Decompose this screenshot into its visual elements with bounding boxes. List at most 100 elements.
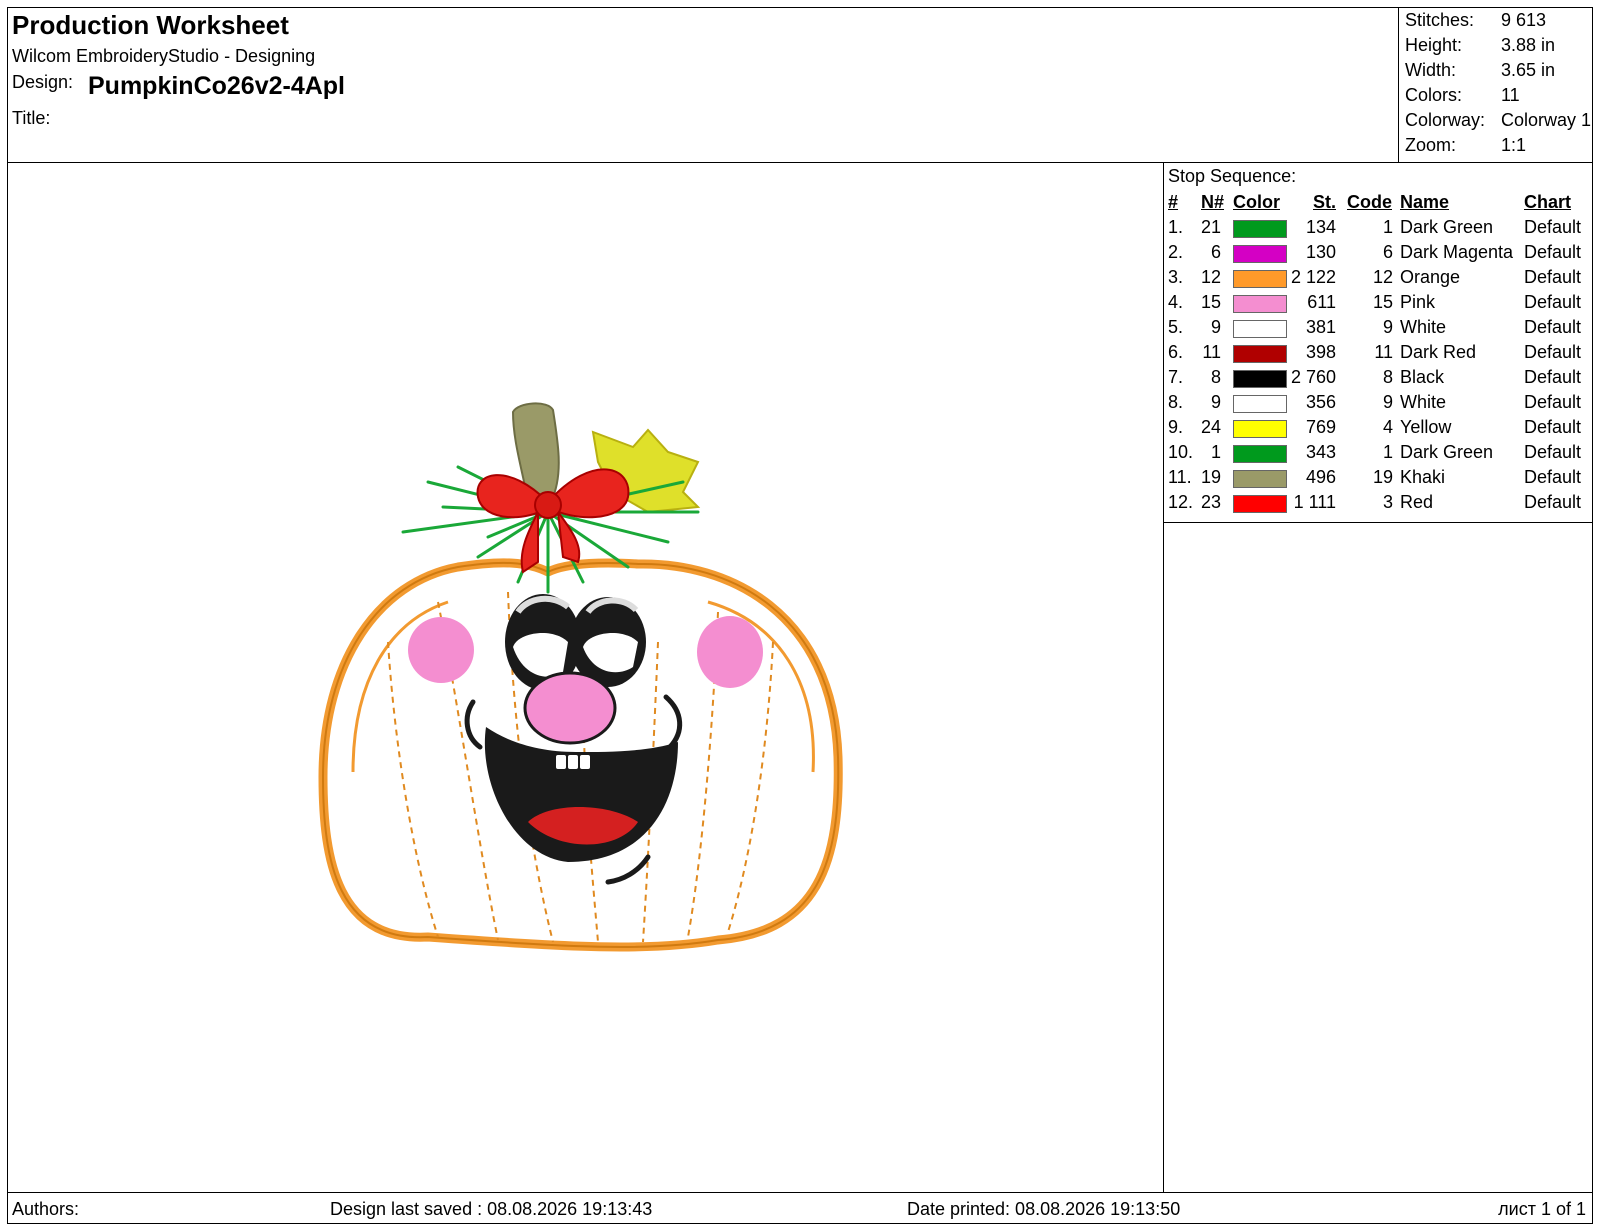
- info-value: 3.65 in: [1501, 60, 1556, 80]
- stop-cell-chart: Default: [1524, 217, 1582, 237]
- stop-cell-num: 6.: [1168, 342, 1184, 362]
- stop-cell-name: Orange: [1400, 267, 1461, 287]
- page-title: Production Worksheet: [12, 10, 289, 40]
- left-cheek: [408, 617, 474, 683]
- stop-cell-chart: Default: [1524, 442, 1582, 462]
- col-header-st: St.: [1313, 192, 1337, 212]
- color-swatch: [1233, 345, 1287, 363]
- info-label: Stitches:: [1405, 10, 1475, 30]
- stop-cell-n: 15: [1201, 292, 1222, 312]
- stop-cell-name: Yellow: [1400, 417, 1452, 437]
- stop-cell-n: 9: [1210, 317, 1221, 337]
- col-header-num: #: [1168, 192, 1179, 212]
- stop-row: 4. 15 611 15 Pink Default: [1163, 292, 1592, 317]
- pumpkin-embroidery-illustration: [318, 402, 843, 952]
- stop-cell-st: 769: [1305, 417, 1336, 437]
- design-preview: [8, 162, 1164, 1192]
- stop-cell-st: 398: [1305, 342, 1336, 362]
- color-swatch: [1233, 320, 1287, 338]
- stop-cell-n: 9: [1210, 392, 1221, 412]
- stop-cell-code: 15: [1372, 292, 1393, 312]
- color-swatch: [1233, 470, 1287, 488]
- color-swatch: [1233, 420, 1287, 438]
- stop-row: 10. 1 343 1 Dark Green Default: [1163, 442, 1592, 467]
- info-value: 9 613: [1501, 10, 1547, 30]
- stop-cell-code: 11: [1374, 342, 1393, 362]
- stop-sequence-title: Stop Sequence:: [1168, 166, 1297, 186]
- col-header-name: Name: [1400, 192, 1450, 212]
- stop-cell-n: 1: [1210, 442, 1221, 462]
- stop-cell-name: Dark Magenta: [1400, 242, 1514, 262]
- stop-cell-num: 9.: [1168, 417, 1184, 437]
- stop-cell-chart: Default: [1524, 267, 1582, 287]
- stop-row: 8. 9 356 9 White Default: [1163, 392, 1592, 417]
- stop-cell-name: Dark Red: [1400, 342, 1477, 362]
- stop-cell-name: White: [1400, 392, 1447, 412]
- stop-cell-name: Pink: [1400, 292, 1436, 312]
- stop-cell-num: 4.: [1168, 292, 1184, 312]
- color-swatch: [1233, 370, 1287, 388]
- right-cheek: [697, 616, 763, 688]
- stop-cell-chart: Default: [1524, 392, 1582, 412]
- info-label: Width:: [1405, 60, 1457, 80]
- title-label: Title:: [12, 108, 51, 128]
- stop-cell-st: 496: [1305, 467, 1336, 487]
- stop-row: 3. 12 2 122 12 Orange Default: [1163, 267, 1592, 292]
- nose: [523, 671, 617, 745]
- worksheet-header: Production Worksheet Wilcom EmbroiderySt…: [8, 8, 1592, 163]
- stop-cell-name: Black: [1400, 367, 1445, 387]
- col-header-color: Color: [1233, 192, 1280, 212]
- worksheet-footer: Authors: Design last saved : 08.08.2026 …: [8, 1192, 1592, 1224]
- date-printed: Date printed: 08.08.2026 19:13:50: [907, 1199, 1181, 1219]
- stop-cell-st: 343: [1305, 442, 1336, 462]
- design-name: PumpkinCo26v2-4Apl: [88, 72, 346, 100]
- stop-cell-num: 12.: [1168, 492, 1194, 512]
- stop-cell-num: 1.: [1168, 217, 1184, 237]
- stop-row: 7. 8 2 760 8 Black Default: [1163, 367, 1592, 392]
- color-swatch: [1233, 295, 1287, 313]
- stop-cell-num: 8.: [1168, 392, 1184, 412]
- stop-cell-n: 23: [1201, 492, 1222, 512]
- stop-cell-num: 3.: [1168, 267, 1184, 287]
- stop-cell-n: 6: [1210, 242, 1221, 262]
- stop-cell-num: 2.: [1168, 242, 1184, 262]
- stop-cell-num: 11.: [1168, 467, 1192, 487]
- stop-cell-st: 1 111: [1293, 492, 1336, 512]
- color-swatch: [1233, 220, 1287, 238]
- stop-sequence-panel: Stop Sequence: # N# Color St. Code Name …: [1163, 162, 1592, 523]
- stop-cell-code: 3: [1382, 492, 1393, 512]
- info-label: Colorway:: [1405, 110, 1486, 130]
- stop-cell-st: 134: [1305, 217, 1336, 237]
- stop-cell-name: Dark Green: [1400, 442, 1494, 462]
- worksheet: Production Worksheet Wilcom EmbroiderySt…: [7, 7, 1593, 1224]
- stop-cell-n: 21: [1201, 217, 1222, 237]
- stop-cell-chart: Default: [1524, 417, 1582, 437]
- stop-cell-code: 9: [1382, 317, 1393, 337]
- stop-cell-n: 8: [1210, 367, 1221, 387]
- stop-cell-st: 356: [1305, 392, 1336, 412]
- design-label: Design:: [12, 72, 74, 92]
- stop-row: 12. 23 1 111 3 Red Default: [1163, 492, 1592, 517]
- stop-cell-chart: Default: [1524, 342, 1582, 362]
- stop-cell-chart: Default: [1524, 367, 1582, 387]
- stop-row: 5. 9 381 9 White Default: [1163, 317, 1592, 342]
- stop-cell-chart: Default: [1524, 317, 1582, 337]
- stop-cell-code: 6: [1382, 242, 1393, 262]
- color-swatch: [1233, 270, 1287, 288]
- stop-cell-code: 4: [1382, 417, 1393, 437]
- stop-cell-n: 19: [1201, 467, 1222, 487]
- info-value: 3.88 in: [1501, 35, 1556, 55]
- stop-cell-num: 10.: [1168, 442, 1194, 462]
- stop-cell-code: 19: [1372, 467, 1393, 487]
- authors-label: Authors:: [12, 1199, 80, 1219]
- stop-row: 1. 21 134 1 Dark Green Default: [1163, 217, 1592, 242]
- stop-cell-st: 130: [1305, 242, 1336, 262]
- stop-cell-name: Khaki: [1400, 467, 1446, 487]
- stop-cell-code: 1: [1382, 442, 1393, 462]
- stop-cell-code: 9: [1382, 392, 1393, 412]
- info-label: Zoom:: [1405, 135, 1457, 155]
- col-header-code: Code: [1347, 192, 1392, 212]
- stop-row: 6. 11 398 11 Dark Red Default: [1163, 342, 1592, 367]
- stop-cell-code: 1: [1382, 217, 1393, 237]
- color-swatch: [1233, 495, 1287, 513]
